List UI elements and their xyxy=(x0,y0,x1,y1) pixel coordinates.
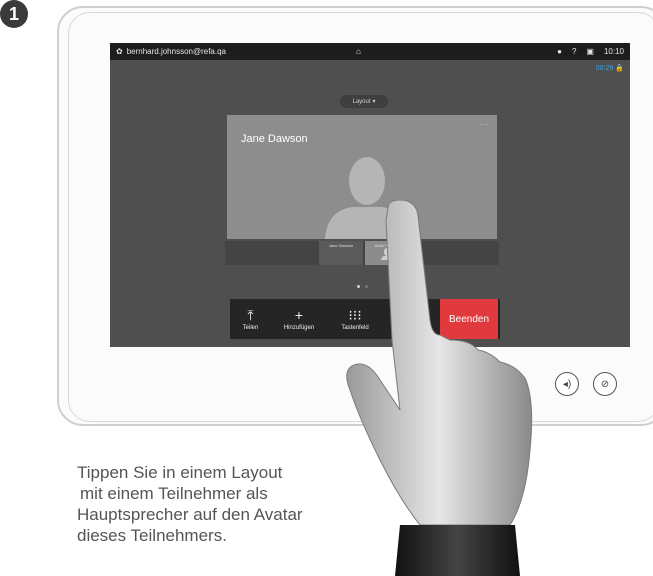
lightbulb-icon[interactable]: ● xyxy=(557,47,562,56)
gear-icon[interactable]: ✿ xyxy=(116,47,123,56)
help-icon[interactable]: ? xyxy=(572,47,576,56)
instruction-caption: Tippen Sie in einem Layout mit einem Tei… xyxy=(77,463,303,545)
pointing-hand-illustration xyxy=(346,200,533,576)
chevron-down-icon: ▾ xyxy=(372,99,376,105)
call-timer: 00:29 🔒 xyxy=(595,65,624,72)
add-participant-button[interactable]: + Hinzufügen xyxy=(271,299,327,339)
home-icon[interactable]: ⌂ xyxy=(356,47,361,56)
status-bar: ✿ bernhard.johnsson@refa.qa ⌂ ● ? ▣ 10:1… xyxy=(110,43,630,60)
share-button[interactable]: ⤒ Teilen xyxy=(230,299,271,339)
account-label: bernhard.johnsson@refa.qa xyxy=(126,47,226,56)
clock-label: 10:10 xyxy=(603,47,624,56)
add-icon: + xyxy=(294,306,304,323)
share-icon: ⤒ xyxy=(247,306,254,323)
more-options-icon[interactable]: ... xyxy=(479,118,489,127)
selfview-icon[interactable]: ▣ xyxy=(586,47,594,56)
layout-button[interactable]: Layout ▾ xyxy=(340,95,388,108)
lock-icon: 🔒 xyxy=(615,65,624,72)
participant-name: Jane Dawson xyxy=(241,133,308,145)
step-number-badge: 1 xyxy=(0,0,28,28)
